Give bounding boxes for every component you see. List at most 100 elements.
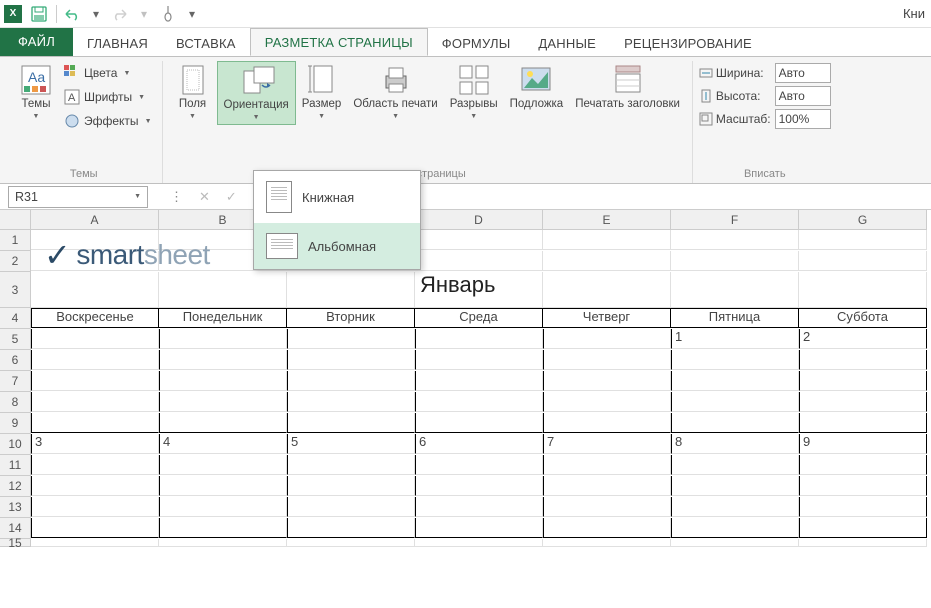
col-header-d[interactable]: D bbox=[415, 210, 543, 230]
fonts-button[interactable]: A Шрифты ▼ bbox=[60, 87, 156, 107]
touch-mode-icon[interactable] bbox=[157, 3, 179, 25]
svg-text:A: A bbox=[68, 92, 76, 104]
tab-home[interactable]: ГЛАВНАЯ bbox=[73, 30, 162, 56]
width-input[interactable]: Авто bbox=[775, 63, 831, 83]
row-header[interactable]: 5 bbox=[0, 329, 31, 350]
redo-icon[interactable] bbox=[109, 3, 131, 25]
cal-cell[interactable]: 2 bbox=[799, 329, 927, 349]
row-header[interactable]: 15 bbox=[0, 539, 31, 547]
fonts-icon: A bbox=[64, 89, 80, 105]
cal-header-cell[interactable]: Вторник bbox=[287, 308, 415, 328]
formula-bar: R31 ▼ ⋮ ✕ ✓ fx bbox=[0, 184, 931, 210]
cal-header-cell[interactable]: Пятница bbox=[671, 308, 799, 328]
row-header[interactable]: 6 bbox=[0, 350, 31, 371]
background-icon bbox=[520, 64, 552, 96]
name-box[interactable]: R31 ▼ bbox=[8, 186, 148, 208]
margins-button[interactable]: Поля ▼ bbox=[169, 61, 217, 123]
effects-button[interactable]: Эффекты ▼ bbox=[60, 111, 156, 131]
namebox-dropdown-icon[interactable]: ▼ bbox=[134, 193, 141, 200]
tab-page-layout[interactable]: РАЗМЕТКА СТРАНИЦЫ bbox=[250, 28, 428, 56]
fonts-label: Шрифты bbox=[84, 90, 132, 104]
cancel-formula-icon[interactable]: ✕ bbox=[195, 187, 214, 207]
cal-cell[interactable]: 1 bbox=[671, 329, 799, 349]
qat-customize-icon[interactable]: ▾ bbox=[181, 3, 203, 25]
cal-cell[interactable]: 9 bbox=[799, 434, 927, 454]
orientation-landscape-item[interactable]: Альбомная bbox=[254, 223, 420, 269]
cal-header-cell[interactable]: Понедельник bbox=[159, 308, 287, 328]
tab-data[interactable]: ДАННЫЕ bbox=[524, 30, 610, 56]
cell-reference: R31 bbox=[15, 190, 38, 204]
colors-label: Цвета bbox=[84, 66, 117, 80]
ribbon-tabs: ФАЙЛ ГЛАВНАЯ ВСТАВКА РАЗМЕТКА СТРАНИЦЫ Ф… bbox=[0, 28, 931, 56]
row-header[interactable]: 7 bbox=[0, 371, 31, 392]
tab-review[interactable]: РЕЦЕНЗИРОВАНИЕ bbox=[610, 30, 766, 56]
select-all-corner[interactable] bbox=[0, 210, 31, 230]
cal-header-cell[interactable]: Четверг bbox=[543, 308, 671, 328]
cal-cell[interactable]: 7 bbox=[543, 434, 671, 454]
confirm-formula-icon[interactable]: ✓ bbox=[222, 187, 241, 207]
col-header-e[interactable]: E bbox=[543, 210, 671, 230]
cal-cell[interactable] bbox=[543, 329, 671, 349]
col-header-f[interactable]: F bbox=[671, 210, 799, 230]
row-header[interactable]: 1 bbox=[0, 230, 31, 251]
spreadsheet-grid[interactable]: A B C D E F G 1 2 3 4 Воскресенье Понеде… bbox=[0, 210, 931, 547]
row-header[interactable]: 3 bbox=[0, 272, 31, 308]
formula-more-icon[interactable]: ⋮ bbox=[166, 187, 187, 207]
cal-header-cell[interactable]: Суббота bbox=[799, 308, 927, 328]
cal-cell[interactable] bbox=[159, 329, 287, 349]
cal-header-cell[interactable]: Воскресенье bbox=[31, 308, 159, 328]
row-header[interactable]: 13 bbox=[0, 497, 31, 518]
cal-cell[interactable] bbox=[415, 329, 543, 349]
group-fit-label: Вписать bbox=[699, 166, 831, 183]
height-input[interactable]: Авто bbox=[775, 86, 831, 106]
print-area-label: Область печати bbox=[353, 98, 437, 111]
save-icon[interactable] bbox=[28, 3, 50, 25]
margins-icon bbox=[177, 64, 209, 96]
row-header[interactable]: 4 bbox=[0, 308, 31, 329]
redo-dropdown-icon[interactable]: ▾ bbox=[133, 3, 155, 25]
row-header[interactable]: 2 bbox=[0, 251, 31, 272]
print-area-button[interactable]: Область печати ▼ bbox=[347, 61, 443, 123]
undo-dropdown-icon[interactable]: ▾ bbox=[85, 3, 107, 25]
window-title: Кни bbox=[903, 6, 925, 21]
quick-access-toolbar: X ▾ ▾ ▾ Кни bbox=[0, 0, 931, 28]
cal-cell[interactable]: 6 bbox=[415, 434, 543, 454]
colors-button[interactable]: Цвета ▼ bbox=[60, 63, 156, 83]
tab-file[interactable]: ФАЙЛ bbox=[0, 27, 73, 56]
row-header[interactable]: 8 bbox=[0, 392, 31, 413]
orientation-label: Ориентация bbox=[224, 99, 289, 112]
cal-cell[interactable] bbox=[287, 329, 415, 349]
cal-header-cell[interactable]: Среда bbox=[415, 308, 543, 328]
cal-cell[interactable]: 3 bbox=[31, 434, 159, 454]
orientation-dropdown: Книжная Альбомная bbox=[253, 170, 421, 270]
row-header[interactable]: 12 bbox=[0, 476, 31, 497]
cal-cell[interactable] bbox=[31, 329, 159, 349]
row-header[interactable]: 10 bbox=[0, 434, 31, 455]
orientation-button[interactable]: Ориентация ▼ bbox=[217, 61, 296, 125]
orientation-portrait-item[interactable]: Книжная bbox=[254, 171, 420, 223]
excel-logo-icon: X bbox=[4, 5, 22, 23]
themes-button[interactable]: Aa Темы ▼ bbox=[12, 61, 60, 123]
row-header[interactable]: 9 bbox=[0, 413, 31, 434]
size-label: Размер bbox=[302, 98, 342, 111]
breaks-label: Разрывы bbox=[450, 98, 498, 111]
undo-icon[interactable] bbox=[61, 3, 83, 25]
group-scale-to-fit: Ширина: Авто Высота: Авто Масштаб: 100% … bbox=[693, 61, 837, 183]
col-header-g[interactable]: G bbox=[799, 210, 927, 230]
col-header-a[interactable]: A bbox=[31, 210, 159, 230]
size-button[interactable]: Размер ▼ bbox=[296, 61, 348, 123]
scale-input[interactable]: 100% bbox=[775, 109, 831, 129]
tab-insert[interactable]: ВСТАВКА bbox=[162, 30, 250, 56]
row-header[interactable]: 11 bbox=[0, 455, 31, 476]
print-titles-button[interactable]: Печатать заголовки bbox=[569, 61, 686, 114]
print-titles-label: Печатать заголовки bbox=[575, 98, 680, 111]
cal-cell[interactable]: 5 bbox=[287, 434, 415, 454]
portrait-icon bbox=[266, 181, 292, 213]
scale-label-row: Масштаб: bbox=[699, 112, 771, 126]
breaks-button[interactable]: Разрывы ▼ bbox=[444, 61, 504, 123]
cal-cell[interactable]: 8 bbox=[671, 434, 799, 454]
tab-formulas[interactable]: ФОРМУЛЫ bbox=[428, 30, 525, 56]
background-button[interactable]: Подложка bbox=[504, 61, 570, 114]
smartsheet-logo: ✓ smartsheet bbox=[44, 236, 210, 274]
cal-cell[interactable]: 4 bbox=[159, 434, 287, 454]
